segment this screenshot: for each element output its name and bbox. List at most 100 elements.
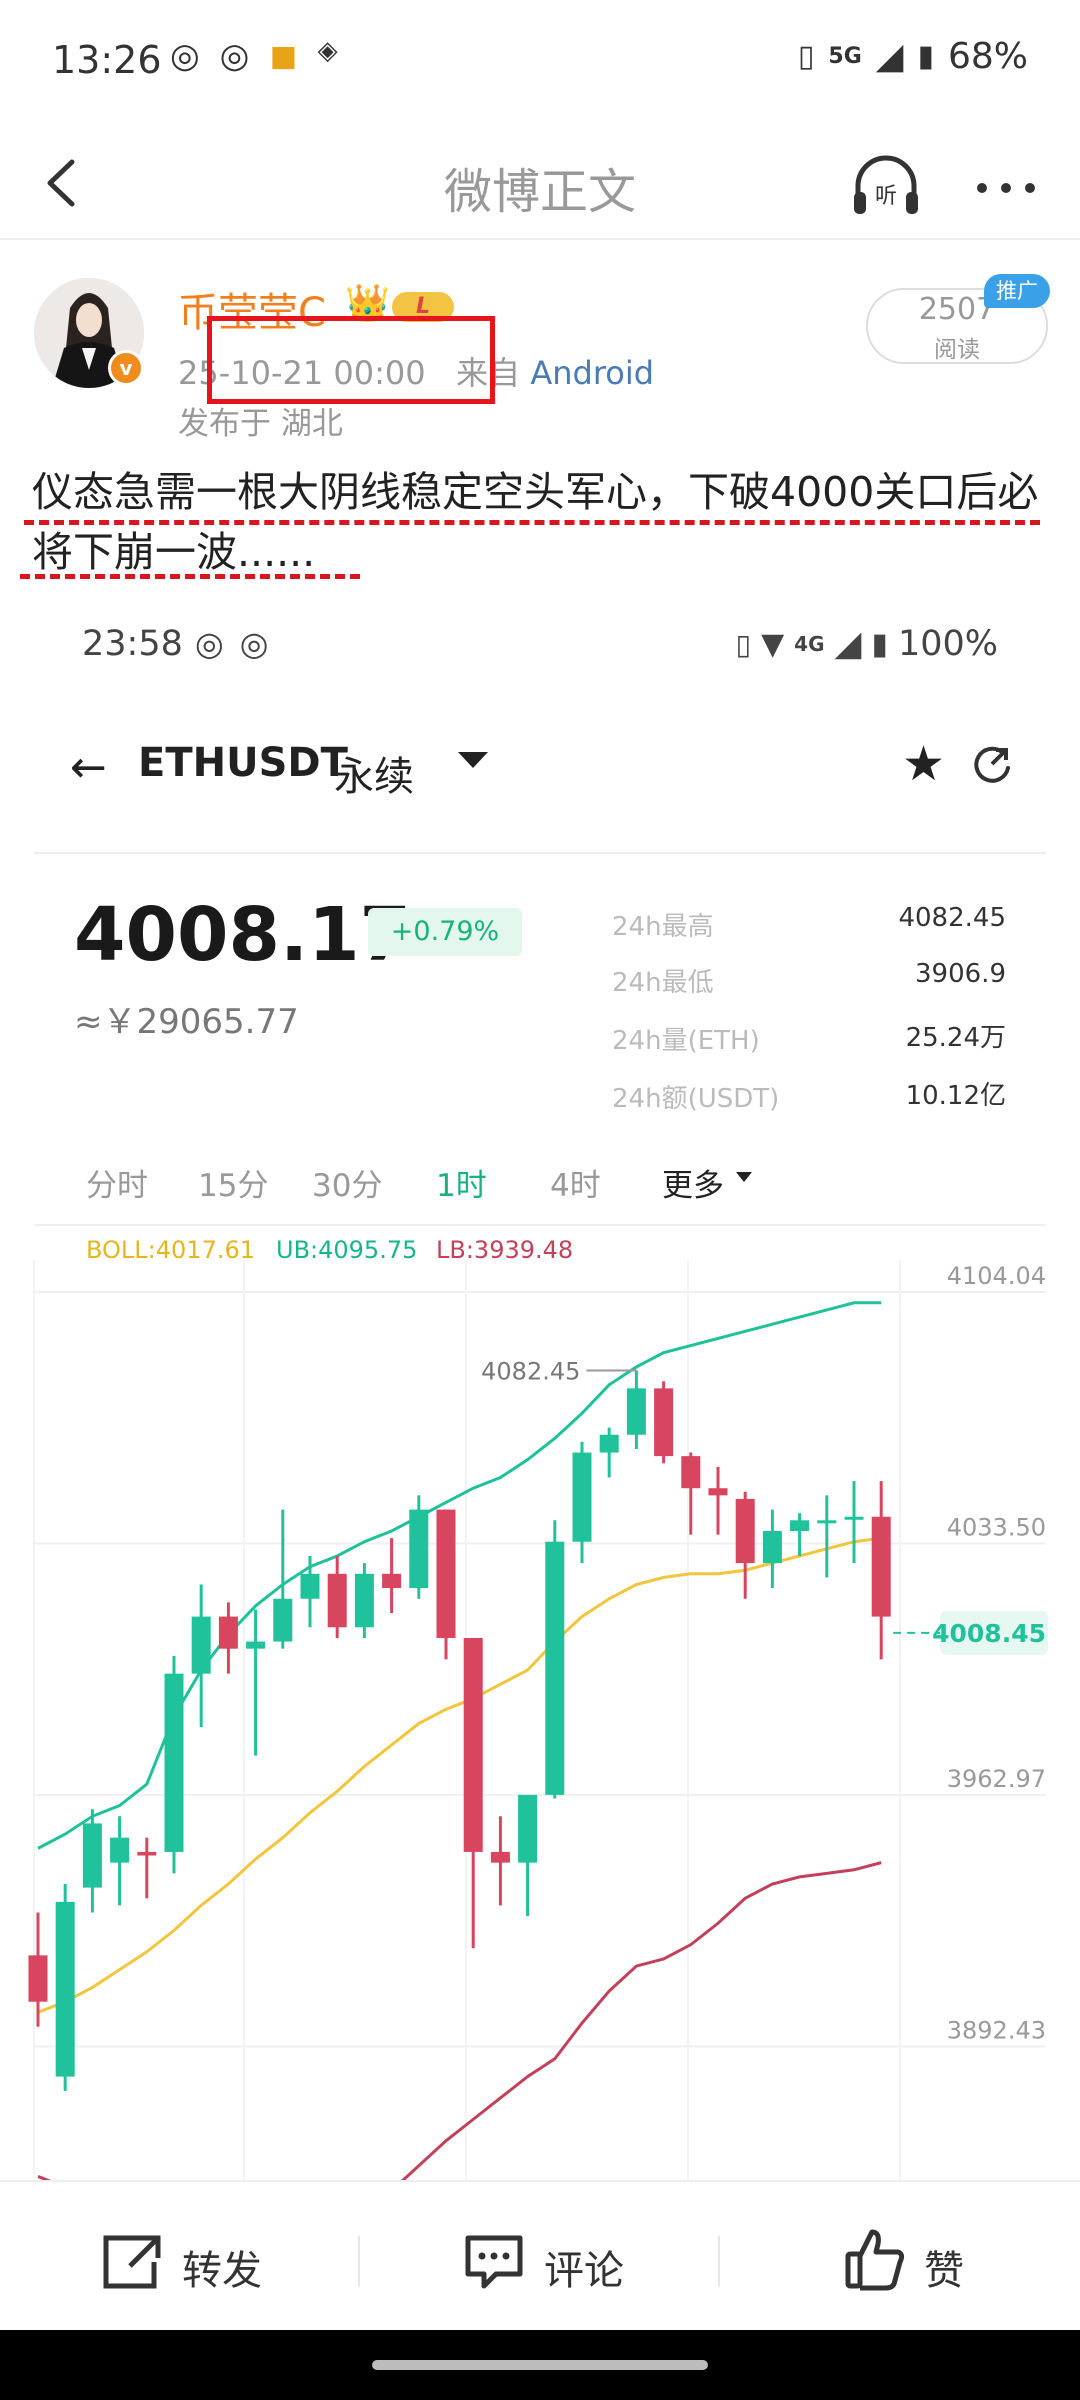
candle-body: [110, 1837, 130, 1863]
signal-icon: ◢: [875, 36, 904, 77]
repost-icon[interactable]: [100, 2232, 166, 2292]
stat-label: 24h最低: [612, 968, 714, 998]
last-price: 4008.17: [74, 892, 412, 978]
tab-timeframe-15m: 15分: [198, 1168, 269, 1204]
stat-value: 3906.9: [915, 959, 1006, 989]
candle-body: [55, 1901, 75, 2077]
diamond-app-icon: ◈: [317, 36, 338, 66]
highlight-box-annotation: [207, 316, 495, 404]
post-location: 发布于 湖北: [178, 406, 343, 442]
candle-body: [436, 1509, 456, 1638]
candle-body: [463, 1637, 483, 1852]
candle-body: [382, 1573, 402, 1589]
repost-button[interactable]: 转发: [182, 2238, 262, 2296]
candle-body: [327, 1573, 347, 1628]
candle-body: [871, 1516, 891, 1617]
stat-value: 10.12亿: [905, 1081, 1006, 1111]
tab-timeframe-1h: 1时: [436, 1168, 487, 1204]
caret-down-icon: [736, 1172, 752, 1182]
chevron-down-icon: [458, 752, 488, 768]
candle-body: [518, 1794, 538, 1863]
embedded-status-time: 23:58: [82, 624, 183, 664]
candle-body: [708, 1488, 728, 1496]
boll-lower-line: [37, 1861, 882, 2180]
embedded-network-label: 4G: [794, 632, 825, 656]
divider: [34, 1224, 1046, 1226]
candle-body: [545, 1541, 565, 1795]
tab-timeframe-30m: 30分: [312, 1168, 383, 1204]
boll-upper-line: [37, 1301, 882, 1850]
binance-icon: ◼: [269, 36, 298, 76]
home-indicator[interactable]: [372, 2360, 708, 2370]
weibo-icon: ◎: [195, 624, 224, 663]
wifi-icon: ▼: [761, 626, 785, 662]
price-cny: ≈￥29065.77: [74, 1002, 299, 1042]
thumbs-up-icon[interactable]: [844, 2226, 906, 2292]
star-favorite-icon: ★: [902, 736, 946, 792]
embedded-system-icons: ▯ ▼ 4G ◢ ▮ 100%: [736, 624, 998, 664]
candle-body: [137, 1851, 157, 1856]
weibo-icon: ◎: [219, 36, 250, 76]
candle-body: [409, 1509, 429, 1589]
embedded-battery-level: 100%: [897, 624, 998, 664]
comment-button[interactable]: 评论: [544, 2238, 624, 2296]
battery-level: 68%: [947, 36, 1028, 77]
network-label: 5G: [828, 44, 862, 69]
candle-body: [28, 1955, 48, 2002]
stat-value: 4082.45: [898, 903, 1006, 933]
candle-body: [300, 1573, 320, 1599]
candle-body: [654, 1388, 674, 1457]
candle-body: [164, 1673, 184, 1852]
signal-icon: ◢: [834, 624, 862, 664]
embedded-status-icons: ◎ ◎: [195, 624, 269, 663]
action-bar: 转发 评论 赞: [0, 2180, 1080, 2330]
weibo-icon: ◎: [239, 624, 269, 663]
y-tick-label: 3892.43: [947, 2017, 1046, 2045]
candle-body: [599, 1434, 619, 1453]
contract-type: 永续: [334, 754, 414, 800]
candle-body: [572, 1452, 592, 1542]
tab-timeframe-4h: 4时: [550, 1168, 601, 1204]
stat-label: 24h额(USDT): [612, 1084, 780, 1114]
weibo-icon: ◎: [170, 36, 200, 76]
trading-symbol: ETHUSDT: [138, 740, 348, 786]
candle-body: [273, 1598, 293, 1642]
candlestick-chart: 4104.04 4033.50 3962.97 3892.43 4082.45 4008.…: [28, 1260, 1048, 2180]
candle-body: [218, 1616, 238, 1649]
status-bar: 13:26 ◎ ◎ ◼ ◈ ▯ 5G ◢ ▮ 68%: [0, 0, 1080, 130]
y-tick-label: 4033.50: [947, 1513, 1046, 1541]
sim-icon: ▯: [735, 627, 752, 661]
y-tick-label: 3962.97: [947, 1765, 1046, 1793]
high-annotation: 4082.45: [481, 1358, 580, 1386]
y-tick-label: 4104.04: [947, 1262, 1046, 1290]
underline-annotation: [24, 520, 1040, 525]
stat-value: 25.24万: [905, 1023, 1006, 1053]
candle-body: [817, 1520, 837, 1524]
headphones-listen-icon[interactable]: 听: [848, 150, 924, 226]
tab-timeframe-line: 分时: [86, 1168, 148, 1204]
candle-body: [844, 1516, 864, 1520]
more-options-icon[interactable]: [968, 150, 1044, 226]
boll-mid-line: [37, 1536, 882, 2014]
candle-body: [354, 1573, 374, 1628]
status-system-icons: ▯ 5G ◢ ▮ 68%: [798, 36, 1028, 77]
status-time: 13:26: [52, 38, 162, 82]
comment-icon[interactable]: [462, 2230, 526, 2294]
battery-icon: ▮: [917, 39, 934, 74]
underline-annotation: [20, 574, 360, 579]
candle-body: [762, 1531, 782, 1564]
nav-bar: 微博正文 听: [0, 130, 1080, 240]
candle-body: [82, 1823, 102, 1888]
stat-label: 24h量(ETH): [612, 1026, 760, 1056]
battery-icon: ▮: [871, 626, 888, 662]
status-notification-icons: ◎ ◎ ◼ ◈: [170, 36, 338, 76]
listen-label: 听: [875, 184, 897, 209]
candle-body: [490, 1851, 510, 1863]
candle-body: [246, 1641, 266, 1649]
sim-icon: ▯: [797, 39, 815, 74]
divider: [358, 2236, 360, 2286]
current-price-label: 4008.45: [932, 1619, 1046, 1648]
candle-body: [790, 1520, 810, 1532]
stat-label: 24h最高: [612, 912, 714, 942]
like-button[interactable]: 赞: [924, 2238, 964, 2296]
